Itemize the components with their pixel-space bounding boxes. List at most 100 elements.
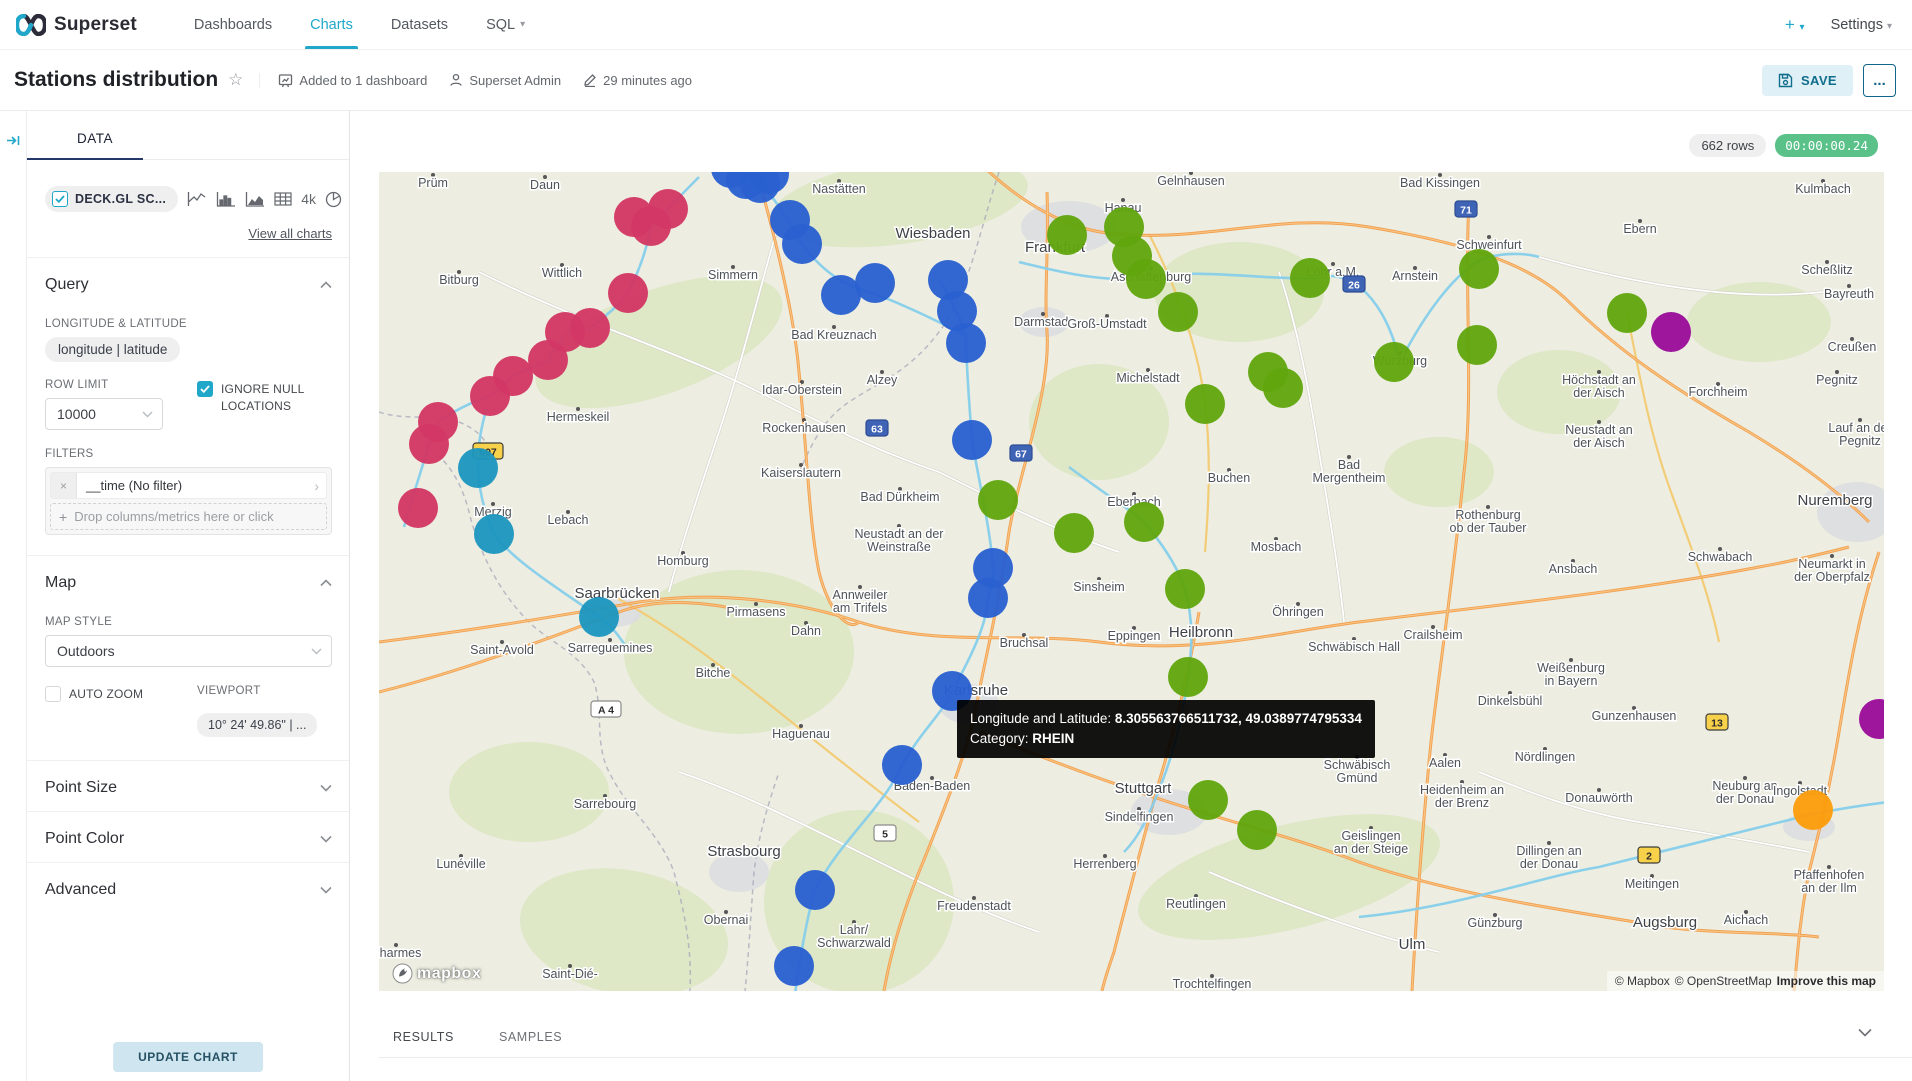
last-edited[interactable]: 29 minutes ago (583, 73, 692, 88)
section-point-color[interactable]: Point Color (45, 812, 332, 862)
svg-text:Meitingen: Meitingen (1625, 877, 1679, 891)
svg-text:2: 2 (1646, 851, 1652, 863)
settings-menu[interactable]: Settings▾ (1831, 17, 1892, 33)
viz-checkbox-icon (52, 191, 68, 207)
section-map[interactable]: Map (45, 556, 332, 606)
superset-infinity-icon (16, 14, 46, 36)
deckgl-map[interactable]: PrümDaunNastättenGelnhausenBad Kissingen… (379, 172, 1884, 991)
map-canvas[interactable]: PrümDaunNastättenGelnhausenBad Kissingen… (379, 172, 1884, 991)
update-chart-button[interactable]: UPDATE CHART (113, 1042, 263, 1072)
svg-text:Dillingen ander Donau: Dillingen ander Donau (1516, 844, 1581, 871)
svg-text:Mosbach: Mosbach (1251, 540, 1302, 554)
svg-text:Creußen: Creußen (1828, 340, 1877, 354)
remove-filter-icon[interactable]: × (51, 473, 77, 498)
mapbox-attribution-link[interactable]: © Mapbox (1615, 974, 1670, 988)
svg-text:63: 63 (871, 424, 883, 436)
osm-attribution-link[interactable]: © OpenStreetMap (1675, 974, 1772, 988)
line-chart-icon[interactable] (187, 191, 207, 207)
area-chart-icon[interactable] (245, 191, 265, 207)
viewport-value[interactable]: 10° 24' 49.86" | ... (197, 713, 317, 737)
pie-chart-icon[interactable] (325, 191, 342, 208)
mapbox-logo[interactable]: mapbox (392, 963, 481, 984)
svg-text:Sarrebourg: Sarrebourg (574, 797, 637, 811)
chevron-down-icon (311, 648, 322, 655)
svg-text:Lebach: Lebach (547, 513, 588, 527)
row-limit-select[interactable]: 10000 (45, 398, 163, 430)
save-button[interactable]: SAVE (1762, 65, 1853, 96)
tab-data[interactable]: DATA (77, 131, 113, 159)
collapse-results-icon[interactable] (1858, 1028, 1872, 1037)
view-all-charts-link[interactable]: View all charts (45, 226, 332, 241)
nav-item-datasets[interactable]: Datasets (372, 0, 467, 49)
svg-text:26: 26 (1348, 280, 1360, 292)
south-pane: RESULTS SAMPLES (379, 1030, 1912, 1058)
svg-text:Herrenberg: Herrenberg (1073, 857, 1136, 871)
dashboard-count[interactable]: Added to 1 dashboard (278, 73, 427, 88)
chart-meta: Added to 1 dashboard Superset Admin 29 m… (259, 73, 692, 88)
svg-text:Michelstadt: Michelstadt (1116, 371, 1180, 385)
svg-text:71: 71 (1460, 205, 1472, 217)
dashboard-icon (278, 73, 293, 88)
chevron-up-icon (320, 579, 332, 587)
nav-item-sql[interactable]: SQL▾ (467, 0, 544, 49)
nav-item-charts[interactable]: Charts (291, 0, 372, 49)
svg-text:Bad Kreuznach: Bad Kreuznach (791, 328, 877, 342)
tab-results[interactable]: RESULTS (393, 1030, 454, 1057)
svg-text:67: 67 (1015, 449, 1027, 461)
filters-label: FILTERS (45, 448, 332, 460)
svg-text:Buchen: Buchen (1208, 471, 1250, 485)
viewport-label: VIEWPORT (197, 685, 317, 697)
auto-zoom-checkbox[interactable]: AUTO ZOOM (45, 686, 197, 703)
svg-text:Saarbrücken: Saarbrücken (574, 585, 659, 602)
favorite-star-icon[interactable]: ☆ (228, 70, 243, 90)
checkbox-checked-icon (197, 381, 213, 397)
nav-item-dashboards[interactable]: Dashboards (175, 0, 291, 49)
svg-text:A 4: A 4 (598, 705, 614, 717)
viz-type-chip[interactable]: DECK.GL SC... (45, 186, 178, 212)
svg-text:Saint-Avold: Saint-Avold (470, 643, 534, 657)
big-number-icon[interactable]: 4k (301, 191, 316, 207)
filter-drop-zone[interactable]: + Drop columns/metrics here or click (50, 503, 327, 530)
svg-text:Lunéville: Lunéville (436, 857, 485, 871)
svg-text:Dahn: Dahn (791, 624, 821, 638)
svg-text:Augsburg: Augsburg (1633, 914, 1697, 931)
bar-chart-icon[interactable] (216, 191, 236, 207)
section-point-size[interactable]: Point Size (45, 761, 332, 811)
collapse-panel-icon[interactable] (6, 133, 21, 148)
svg-text:Charmes: Charmes (379, 946, 421, 960)
table-icon[interactable] (274, 191, 292, 207)
superset-logo[interactable]: Superset (16, 0, 137, 49)
mapbox-logo-icon (392, 963, 413, 984)
chart-header: Stations distribution ☆ Added to 1 dashb… (0, 50, 1912, 111)
svg-text:Günzburg: Günzburg (1468, 916, 1523, 930)
lonlat-value-chip[interactable]: longitude | latitude (45, 337, 180, 362)
svg-text:Weißenburgin Bayern: Weißenburgin Bayern (1537, 661, 1605, 688)
svg-text:Sarreguemines: Sarreguemines (568, 641, 653, 655)
svg-text:Wiesbaden: Wiesbaden (895, 225, 970, 242)
svg-text:Gunzenhausen: Gunzenhausen (1592, 709, 1677, 723)
svg-text:Neustadt ander Aisch: Neustadt ander Aisch (1565, 423, 1632, 450)
svg-text:Eppingen: Eppingen (1108, 629, 1161, 643)
svg-text:Schwäbisch Hall: Schwäbisch Hall (1308, 640, 1400, 654)
new-item-button[interactable]: + ▾ (1785, 15, 1805, 35)
more-options-button[interactable]: ... (1863, 64, 1896, 97)
tab-samples[interactable]: SAMPLES (499, 1030, 562, 1057)
section-query[interactable]: Query (45, 258, 332, 308)
owner-info[interactable]: Superset Admin (449, 73, 561, 88)
chevron-up-icon (320, 281, 332, 289)
svg-text:Obernai: Obernai (704, 913, 748, 927)
svg-text:13: 13 (1711, 718, 1723, 730)
svg-text:Öhringen: Öhringen (1272, 605, 1323, 619)
svg-text:Sindelfingen: Sindelfingen (1105, 810, 1174, 824)
svg-text:Darmstadt: Darmstadt (1014, 315, 1072, 329)
svg-text:Groß-Umstadt: Groß-Umstadt (1067, 317, 1147, 331)
ignore-null-checkbox[interactable]: IGNORE NULL LOCATIONS (197, 381, 331, 416)
section-advanced[interactable]: Advanced (45, 863, 332, 913)
filters-box: × __time (No filter) › + Drop columns/me… (45, 467, 332, 535)
map-style-select[interactable]: Outdoors (45, 635, 332, 667)
chart-pane: 662 rows 00:00:00.24 PrümDaunNastättenGe… (350, 111, 1912, 1081)
svg-text:Bad Kissingen: Bad Kissingen (1400, 176, 1480, 190)
filter-item-time[interactable]: × __time (No filter) › (50, 472, 327, 499)
svg-text:Pfaffenhofenan der Ilm: Pfaffenhofenan der Ilm (1794, 868, 1865, 895)
improve-map-link[interactable]: Improve this map (1777, 974, 1876, 988)
